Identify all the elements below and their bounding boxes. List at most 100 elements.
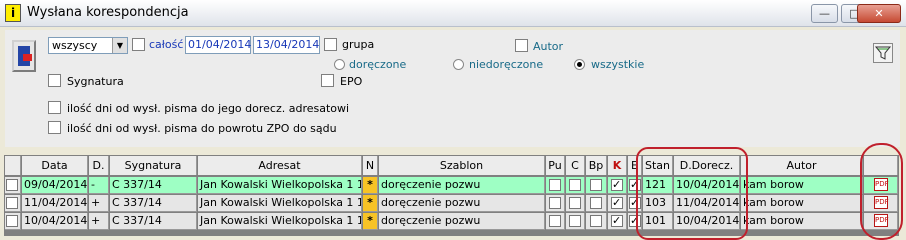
header-select [5,156,21,175]
cell-d: - [89,177,109,194]
cell-sygnatura: C 337/14 [110,195,197,212]
print-icon-mark [23,54,32,61]
cell-n: * [363,213,378,230]
cell-d: + [89,195,109,212]
k-checkbox[interactable] [611,177,623,193]
cell-autor: kam borow [741,195,863,212]
cell-k [608,177,627,194]
header-data[interactable]: Data [22,156,88,175]
radio-niedoreczone[interactable] [453,59,464,70]
user-select-value: wszyscy [52,39,98,52]
filter-panel: wszyscy ▼ całość 01/04/2014 13/04/2014 g… [5,30,900,147]
run-query-button[interactable] [12,40,36,72]
radio-wszystkie-label: wszystkie [591,58,645,71]
calosc-checkbox[interactable] [132,38,145,51]
pu-checkbox[interactable] [549,215,561,227]
annotation-ring-stan [636,147,748,240]
row-select-cell[interactable] [5,213,21,230]
cell-pu [546,177,565,194]
cell-szablon: doręczenie pozwu [379,213,545,230]
c-checkbox[interactable] [569,215,581,227]
row-checkbox[interactable] [6,179,18,191]
cell-data: 11/04/2014 [22,195,88,212]
cell-k [608,213,627,230]
radio-niedoreczone-label: niedoręczone [469,58,544,71]
row-select-cell[interactable] [5,195,21,212]
app-icon: i [5,4,21,22]
minimize-button[interactable]: — [811,4,838,23]
autor-checkbox[interactable] [515,39,528,52]
ilosc-doreczenia-label: ilość dni od wysł. pisma do jego dorecz.… [67,102,350,115]
grupa-checkbox[interactable] [324,38,337,51]
radio-doreczone-label: doręczone [349,58,407,71]
epo-checkbox[interactable] [321,74,334,87]
autor-label: Autor [533,40,564,53]
chevron-down-icon[interactable]: ▼ [112,38,127,53]
k-checkbox[interactable] [611,195,623,211]
calosc-label: całość [149,38,184,51]
cell-k [608,195,627,212]
row-checkbox[interactable] [6,215,18,227]
close-button[interactable]: ✕ [857,4,901,23]
ilosc-powrotu-label: ilość dni od wysł. pisma do powrotu ZPO … [67,122,337,135]
cell-pu [546,195,565,212]
header-pu[interactable]: Pu [546,156,565,175]
cell-adresat: Jan Kowalski Wielkopolska 1 15-0 [198,213,362,230]
header-adresat[interactable]: Adresat [198,156,362,175]
header-d[interactable]: D. [89,156,109,175]
header-szablon[interactable]: Szablon [379,156,545,175]
cell-autor: kam borow [741,177,863,194]
cell-data: 10/04/2014 [22,213,88,230]
date-from-input[interactable]: 01/04/2014 [185,36,251,54]
row-checkbox[interactable] [6,197,18,209]
header-n[interactable]: N [363,156,378,175]
annotation-ring-pdf [860,143,903,240]
row-select-cell[interactable] [5,177,21,194]
grupa-label: grupa [342,38,375,51]
k-checkbox[interactable] [611,213,623,229]
header-bp[interactable]: Bp [586,156,607,175]
cell-n: * [363,177,378,194]
cell-n: * [363,195,378,212]
cell-sygnatura: C 337/14 [110,213,197,230]
epo-label: EPO [340,75,363,88]
header-autor[interactable]: Autor [741,156,863,175]
filter-icon[interactable] [873,43,893,63]
window-title: Wysłana korespondencja [27,5,189,20]
cell-bp [586,177,607,194]
header-sygnatura[interactable]: Sygnatura [110,156,197,175]
cell-c [566,195,585,212]
header-k[interactable]: K [608,156,627,175]
cell-bp [586,195,607,212]
pu-checkbox[interactable] [549,197,561,209]
cell-adresat: Jan Kowalski Wielkopolska 1 15-0 [198,195,362,212]
bp-checkbox[interactable] [590,197,602,209]
radio-wszystkie[interactable] [574,59,585,70]
bp-checkbox[interactable] [590,215,602,227]
cell-c [566,213,585,230]
cell-d: + [89,213,109,230]
c-checkbox[interactable] [569,197,581,209]
title-bar: i Wysłana korespondencja — □ ✕ [0,0,906,27]
sygnatura-label: Sygnatura [67,75,124,88]
bp-checkbox[interactable] [590,179,602,191]
cell-bp [586,213,607,230]
cell-c [566,177,585,194]
app-window: i Wysłana korespondencja — □ ✕ wszyscy ▼… [0,0,906,240]
c-checkbox[interactable] [569,179,581,191]
cell-szablon: doręczenie pozwu [379,195,545,212]
ilosc-doreczenia-checkbox[interactable] [48,101,61,114]
ilosc-powrotu-checkbox[interactable] [48,121,61,134]
cell-data: 09/04/2014 [22,177,88,194]
cell-szablon: doręczenie pozwu [379,177,545,194]
pu-checkbox[interactable] [549,179,561,191]
cell-adresat: Jan Kowalski Wielkopolska 1 15-0 [198,177,362,194]
date-to-input[interactable]: 13/04/2014 [253,36,320,54]
correspondence-table: Data D. Sygnatura Adresat N Szablon Pu C… [4,155,899,236]
cell-autor: kam borow [741,213,863,230]
sygnatura-checkbox[interactable] [48,74,61,87]
radio-doreczone[interactable] [334,59,345,70]
cell-sygnatura: C 337/14 [110,177,197,194]
user-select[interactable]: wszyscy ▼ [48,37,128,54]
header-c[interactable]: C [566,156,585,175]
